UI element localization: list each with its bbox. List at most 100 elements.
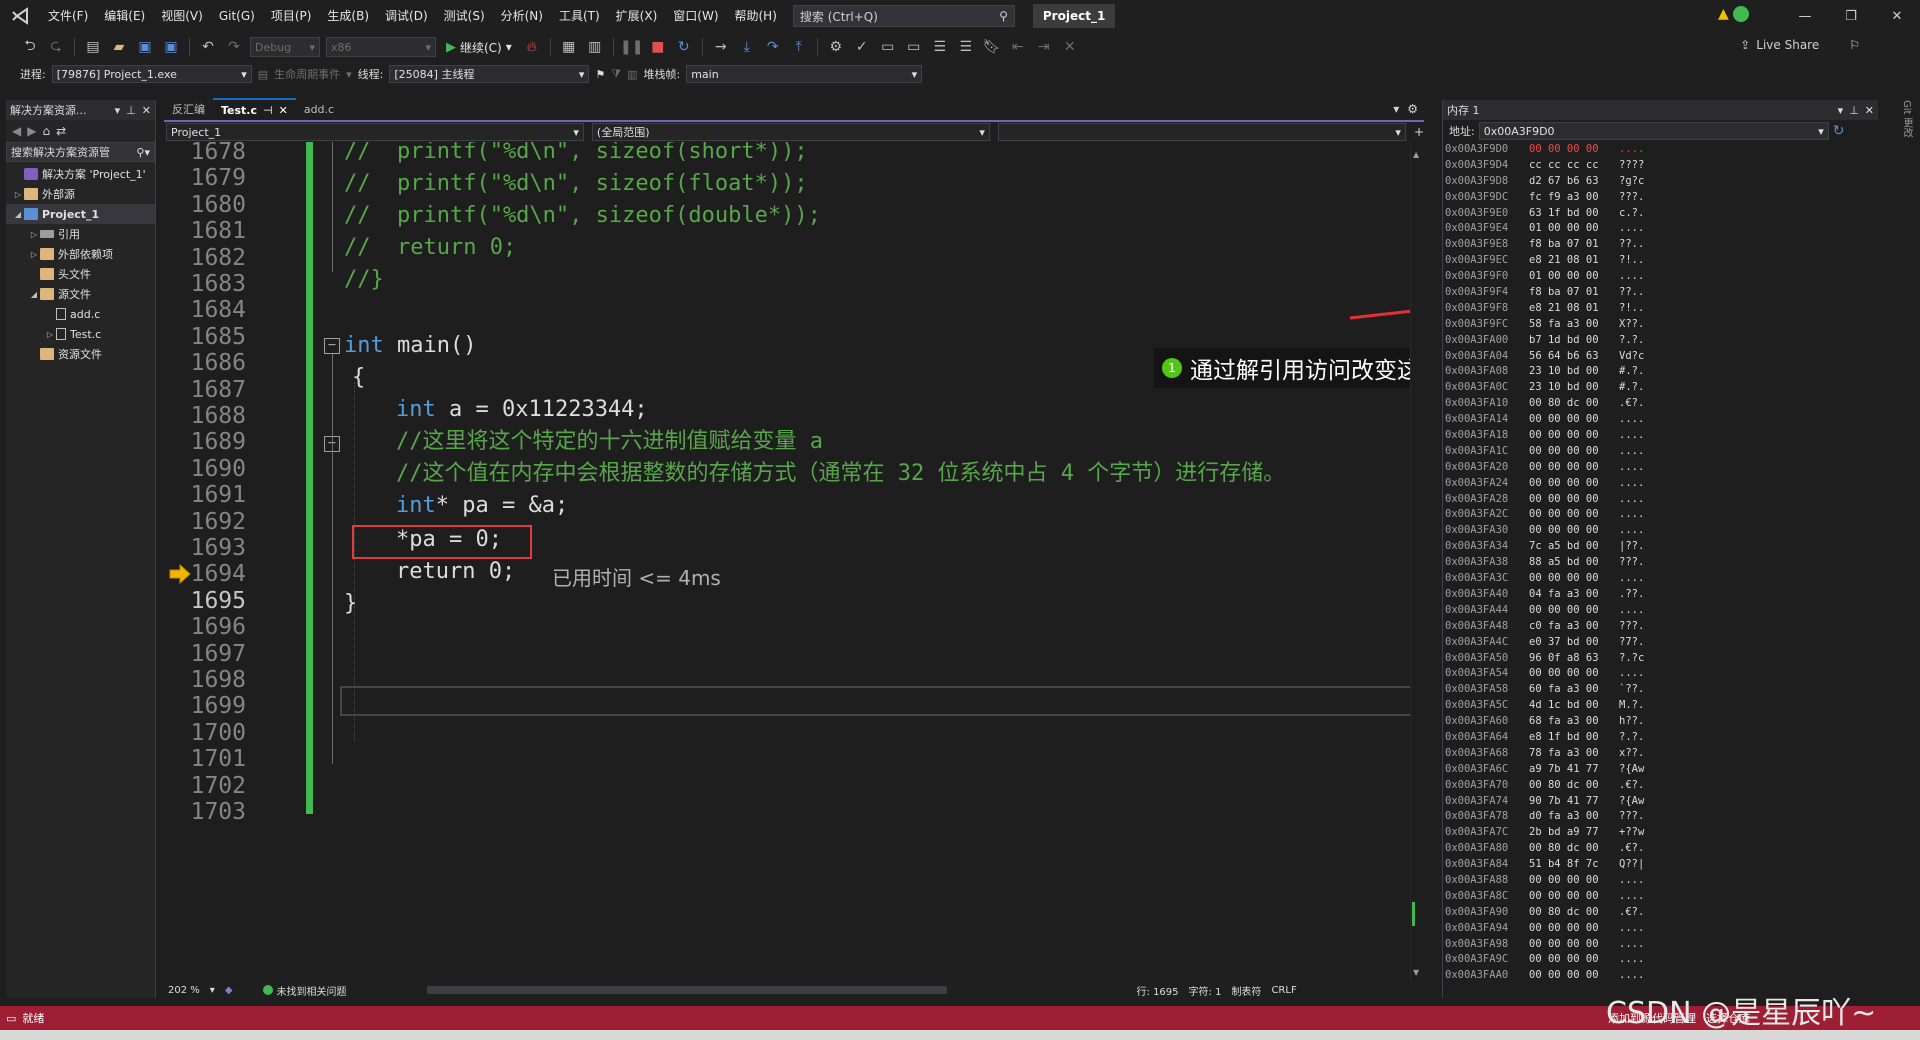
memory-row[interactable]: 0x00A3FA1C 00 00 00 00.... [1443,444,1878,460]
tab-disassembly[interactable]: 反汇编 [164,98,213,120]
project-scope-select[interactable]: Project_1 ▾ [166,123,584,141]
memory-bytes[interactable]: fc f9 a3 00 [1529,190,1619,206]
memory-bytes[interactable]: 68 fa a3 00 [1529,714,1619,730]
save-all-icon[interactable]: ▣ [161,37,181,57]
back-icon[interactable]: ◀ [12,124,21,138]
memory-row[interactable]: 0x00A3F9FC 58 fa a3 00 X??. [1443,317,1878,333]
forward-icon[interactable]: ⮎ [46,37,66,57]
editor-vertical-scrollbar[interactable]: ▲ ▼ [1410,142,1424,982]
flag-thread-icon[interactable]: ⚑ [595,68,605,81]
restore-icon[interactable]: ❐ [1828,0,1874,32]
menu-test[interactable]: 测试(S) [436,0,493,32]
lifecycle-icon[interactable]: ▤ [258,68,268,81]
memory-row[interactable]: 0x00A3FA04 56 64 b6 63 Vd?c [1443,349,1878,365]
tree-item[interactable]: 解决方案 'Project_1' [6,164,155,184]
menu-file[interactable]: 文件(F) [40,0,96,32]
memory-bytes[interactable]: 00 00 00 00 [1529,428,1619,444]
intellicode-icon[interactable]: ◆ [225,985,233,996]
code-editor[interactable]: 1678 1679 1680 1681 1682 1683 1684 1685 1686 1687… [164,142,1424,982]
tree-item[interactable]: ◢ Project_1 [6,204,155,224]
memory-bytes[interactable]: 96 0f a8 63 [1529,651,1619,667]
memory-row[interactable]: 0x00A3FA30 00 00 00 00.... [1443,523,1878,539]
menu-project[interactable]: 项目(P) [263,0,320,32]
continue-button[interactable]: ▶ 继续(C) ▾ [442,39,516,56]
memory-row[interactable]: 0x00A3FA34 7c a5 bd 00 |??. [1443,539,1878,555]
memory-row[interactable]: 0x00A3FA70 00 80 dc 00 .€?. [1443,778,1878,794]
memory-row[interactable]: 0x00A3FA64 e8 1f bd 00?.?. [1443,730,1878,746]
memory-row[interactable]: 0x00A3FA8C 00 00 00 00.... [1443,889,1878,905]
memory-row[interactable]: 0x00A3FA6C a9 7b 41 77 ?{Aw [1443,762,1878,778]
memory-row[interactable]: 0x00A3FA5C 4d 1c bd 00 M.?. [1443,698,1878,714]
undo-icon[interactable]: ↶ [198,37,218,57]
memory-row[interactable]: 0x00A3F9E4 01 00 00 00.... [1443,221,1878,237]
tab-test-c[interactable]: Test.c ⊣ ✕ [213,98,296,120]
tree-item[interactable]: 资源文件 [6,344,155,364]
memory-bytes[interactable]: 00 00 00 00 [1529,507,1619,523]
show-threads-icon[interactable]: ▥ [627,68,637,81]
uncomment-icon[interactable]: ▭ [904,37,924,57]
memory-bytes[interactable]: 04 fa a3 00 [1529,587,1619,603]
memory-bytes[interactable]: e8 21 08 01 [1529,301,1619,317]
memory-bytes[interactable]: 23 10 bd 00 [1529,380,1619,396]
warning-icon[interactable]: ▲ [1718,6,1729,22]
step-over-icon[interactable]: ↷ [763,37,783,57]
close-icon[interactable]: ✕ [279,104,288,117]
clear-bookmarks-icon[interactable]: ✕ [1060,37,1080,57]
pin-icon[interactable]: ⊥ [126,104,136,117]
menu-help[interactable]: 帮助(H) [727,0,785,32]
memory-row[interactable]: 0x00A3F9F8 e8 21 08 01?!.. [1443,301,1878,317]
memory-bytes[interactable]: 00 00 00 00 [1529,889,1619,905]
memory-bytes[interactable]: 00 00 00 00 [1529,937,1619,953]
memory-bytes[interactable]: 56 64 b6 63 [1529,349,1619,365]
live-share-button[interactable]: ⇪ Live Share ⚐ [1740,38,1860,52]
thread-select[interactable]: [25084] 主线程 ▾ [389,65,590,83]
minimize-icon[interactable]: — [1782,0,1828,32]
memory-row[interactable]: 0x00A3FA7C 2b bd a9 77 +??w [1443,825,1878,841]
memory-bytes[interactable]: 60 fa a3 00 [1529,682,1619,698]
menu-window[interactable]: 窗口(W) [665,0,726,32]
scroll-up-icon[interactable]: ▲ [1413,150,1419,159]
memory-row[interactable]: 0x00A3FA14 00 00 00 00.... [1443,412,1878,428]
tree-item[interactable]: add.c [6,304,155,324]
zoom-level[interactable]: 202 % [168,985,200,996]
memory-row[interactable]: 0x00A3FA78 d0 fa a3 00???. [1443,809,1878,825]
memory-bytes[interactable]: 00 00 00 00 [1529,460,1619,476]
memory-bytes[interactable]: f8 ba 07 01 [1529,285,1619,301]
menu-analyze[interactable]: 分析(N) [493,0,551,32]
expand-arrow-icon[interactable]: ▷ [12,190,24,199]
memory-bytes[interactable]: 63 1f bd 00 [1529,206,1619,222]
memory-row[interactable]: 0x00A3FA68 78 fa a3 00 x??. [1443,746,1878,762]
pin-icon[interactable]: ⊣ [263,104,273,117]
memory-bytes[interactable]: 00 80 dc 00 [1529,778,1619,794]
memory-row[interactable]: 0x00A3FA94 00 00 00 00.... [1443,921,1878,937]
memory-bytes[interactable]: 00 80 dc 00 [1529,396,1619,412]
memory-row[interactable]: 0x00A3FA84 51 b4 8f 7c Q??| [1443,857,1878,873]
feedback-icon[interactable]: ⚐ [1849,38,1860,52]
memory-row[interactable]: 0x00A3F9E0 63 1f bd 00 c.?. [1443,206,1878,222]
comment-icon[interactable]: ▭ [878,37,898,57]
tree-item[interactable]: ▷ Test.c [6,324,155,344]
close-icon[interactable]: ✕ [1874,0,1920,32]
forward-icon[interactable]: ▶ [27,124,36,138]
memory-row[interactable]: 0x00A3FA50 96 0f a8 63 ?.?c [1443,651,1878,667]
chevron-down-icon[interactable]: ▾ [346,68,352,81]
close-icon[interactable]: ✕ [1865,104,1874,117]
memory-bytes[interactable]: 00 00 00 00 [1529,476,1619,492]
stackframe-select[interactable]: main ▾ [686,65,923,83]
memory-bytes[interactable]: 00 00 00 00 [1529,412,1619,428]
memory-row[interactable]: 0x00A3FA38 88 a5 bd 00???. [1443,555,1878,571]
memory-row[interactable]: 0x00A3FA2C 00 00 00 00.... [1443,507,1878,523]
memory-bytes[interactable]: 00 00 00 00 [1529,444,1619,460]
menu-build[interactable]: 生成(B) [319,0,377,32]
memory-bytes[interactable]: 58 fa a3 00 [1529,317,1619,333]
collapse-icon[interactable]: − [324,338,340,354]
tab-overflow-icon[interactable]: ▾ [1393,102,1399,116]
memory-row[interactable]: 0x00A3FA40 04 fa a3 00.??. [1443,587,1878,603]
chevron-down-icon[interactable]: ▾ [210,985,215,996]
memory-bytes[interactable]: a9 7b 41 77 [1529,762,1619,778]
new-item-icon[interactable]: ▤ [83,37,103,57]
memory-bytes[interactable]: 4d 1c bd 00 [1529,698,1619,714]
memory-row[interactable]: 0x00A3F9D4 cc cc cc cc???? [1443,158,1878,174]
issues-indicator[interactable]: 未找到相关问题 [262,983,347,998]
memory-row[interactable]: 0x00A3FA74 90 7b 41 77 ?{Aw [1443,794,1878,810]
